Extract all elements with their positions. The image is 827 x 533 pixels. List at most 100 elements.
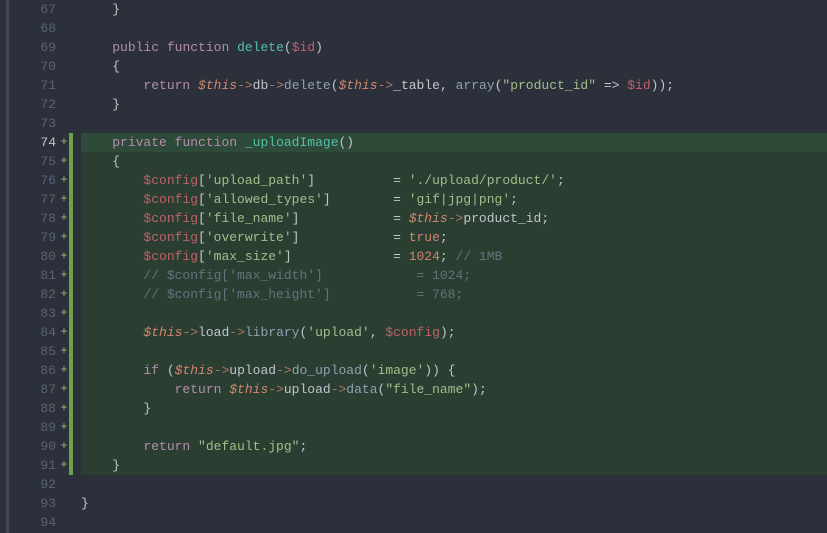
line-number[interactable]: 69 <box>9 38 57 57</box>
token: return <box>143 437 190 456</box>
token: )) { <box>424 361 455 380</box>
line-number[interactable]: 92 <box>9 475 57 494</box>
line-number[interactable]: 87 <box>9 380 57 399</box>
code-area[interactable]: } public function delete($id) { return $… <box>73 0 827 533</box>
token <box>81 76 143 95</box>
token: private <box>112 133 167 152</box>
token: ] <box>284 247 292 266</box>
token: ( <box>159 361 175 380</box>
line-number[interactable]: 89 <box>9 418 57 437</box>
line-number-gutter[interactable]: 6768697071727374757677787980818283848586… <box>9 0 59 533</box>
line-number[interactable]: 72 <box>9 95 57 114</box>
token <box>81 285 143 304</box>
line-number[interactable]: 74 <box>9 133 57 152</box>
code-line[interactable]: return $this->upload->data("file_name"); <box>81 380 827 399</box>
line-number[interactable]: 81 <box>9 266 57 285</box>
line-number[interactable]: 83 <box>9 304 57 323</box>
token: 'gif|jpg|png' <box>409 190 510 209</box>
line-number[interactable]: 88 <box>9 399 57 418</box>
line-number[interactable]: 71 <box>9 76 57 95</box>
code-line[interactable]: return $this->db->delete($this->_table, … <box>81 76 827 95</box>
code-editor[interactable]: 6768697071727374757677787980818283848586… <box>0 0 827 533</box>
code-line[interactable]: if ($this->upload->do_upload('image')) { <box>81 361 827 380</box>
code-line[interactable]: $config['max_size'] = 1024; // 1MB <box>81 247 827 266</box>
line-number[interactable]: 91 <box>9 456 57 475</box>
token <box>81 323 143 342</box>
code-line[interactable] <box>81 304 827 323</box>
token <box>81 266 143 285</box>
token: $id <box>627 76 650 95</box>
code-line[interactable] <box>81 475 827 494</box>
line-number[interactable]: 80 <box>9 247 57 266</box>
line-number[interactable]: 73 <box>9 114 57 133</box>
token: function <box>175 133 237 152</box>
line-number[interactable]: 82 <box>9 285 57 304</box>
token: ) <box>315 38 323 57</box>
token <box>81 190 143 209</box>
token: ] <box>292 228 300 247</box>
line-number[interactable]: 86 <box>9 361 57 380</box>
token: { <box>81 152 120 171</box>
line-number[interactable]: 78 <box>9 209 57 228</box>
token <box>190 437 198 456</box>
token: -> <box>378 76 394 95</box>
line-number[interactable]: 79 <box>9 228 57 247</box>
git-mod-marker: + <box>59 228 69 247</box>
token: ; <box>510 190 518 209</box>
code-line[interactable]: $this->load->library('upload', $config); <box>81 323 827 342</box>
line-number[interactable]: 90 <box>9 437 57 456</box>
code-line[interactable]: } <box>81 494 827 513</box>
git-mod-marker <box>59 57 69 76</box>
code-line[interactable]: // $config['max_height'] = 768; <box>81 285 827 304</box>
line-number[interactable]: 85 <box>9 342 57 361</box>
code-line[interactable]: public function delete($id) <box>81 38 827 57</box>
code-line[interactable]: // $config['max_width'] = 1024; <box>81 266 827 285</box>
line-number[interactable]: 94 <box>9 513 57 532</box>
code-line[interactable] <box>81 114 827 133</box>
git-mod-marker <box>59 0 69 19</box>
token: } <box>81 0 120 19</box>
code-line[interactable]: $config['upload_path'] = './upload/produ… <box>81 171 827 190</box>
git-mod-marker <box>59 513 69 532</box>
code-line[interactable]: } <box>81 0 827 19</box>
code-line[interactable] <box>81 19 827 38</box>
token: -> <box>276 361 292 380</box>
line-number[interactable]: 76 <box>9 171 57 190</box>
line-number[interactable]: 67 <box>9 0 57 19</box>
code-line[interactable]: } <box>81 399 827 418</box>
token: 'file_name' <box>206 209 292 228</box>
code-line[interactable]: $config['file_name'] = $this->product_id… <box>81 209 827 228</box>
code-line[interactable]: } <box>81 95 827 114</box>
token: ; <box>440 247 456 266</box>
code-line[interactable]: { <box>81 152 827 171</box>
token: -> <box>268 76 284 95</box>
code-line[interactable] <box>81 342 827 361</box>
line-number[interactable]: 68 <box>9 19 57 38</box>
git-mod-marker: + <box>59 209 69 228</box>
line-number[interactable]: 70 <box>9 57 57 76</box>
code-line[interactable]: private function _uploadImage() <box>81 133 827 152</box>
token: return <box>175 380 222 399</box>
code-line[interactable] <box>81 418 827 437</box>
token: $id <box>292 38 315 57</box>
token <box>159 38 167 57</box>
code-line[interactable] <box>81 513 827 532</box>
code-line[interactable]: return "default.jpg"; <box>81 437 827 456</box>
git-mod-marker: + <box>59 152 69 171</box>
line-number[interactable]: 75 <box>9 152 57 171</box>
token: ; <box>541 209 549 228</box>
token: do_upload <box>292 361 362 380</box>
token: 'allowed_types' <box>206 190 323 209</box>
code-line[interactable]: { <box>81 57 827 76</box>
code-line[interactable]: $config['overwrite'] = true; <box>81 228 827 247</box>
token: upload <box>229 361 276 380</box>
line-number[interactable]: 93 <box>9 494 57 513</box>
line-number[interactable]: 84 <box>9 323 57 342</box>
code-line[interactable]: } <box>81 456 827 475</box>
token: ; <box>440 228 448 247</box>
token <box>81 380 175 399</box>
code-line[interactable]: $config['allowed_types'] = 'gif|jpg|png'… <box>81 190 827 209</box>
token: = <box>331 190 409 209</box>
line-number[interactable]: 77 <box>9 190 57 209</box>
token: () <box>339 133 355 152</box>
